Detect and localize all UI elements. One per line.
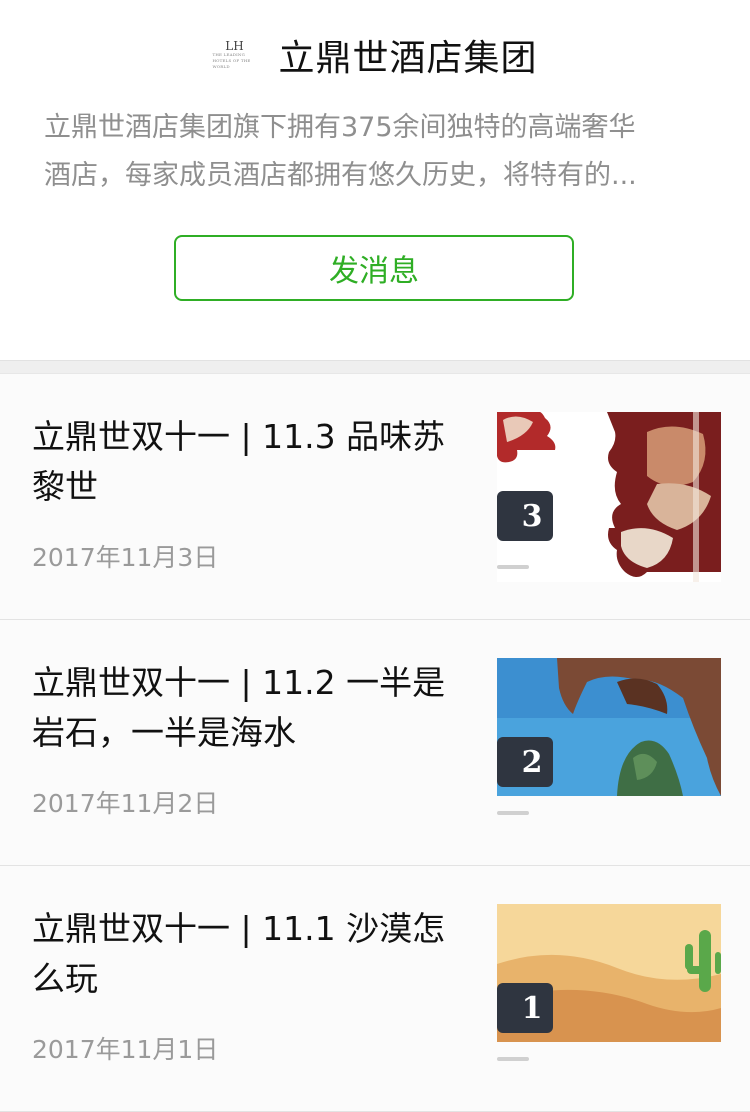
article-date: 2017年11月2日 [32, 789, 219, 818]
article-item[interactable]: 立鼎世双十一 | 11.1 沙漠怎么玩 2017年11月1日 1 [0, 866, 750, 1112]
article-list: 立鼎世双十一 | 11.3 品味苏黎世 2017年11月3日 3 立鼎世双十一 … [0, 374, 750, 1112]
desert-cactus-image: 1 [497, 904, 721, 1074]
send-message-button[interactable]: 发消息 [174, 235, 574, 301]
description-line-1: 立鼎世酒店集团旗下拥有375余间独特的高端奢华 [44, 112, 636, 143]
article-title: 立鼎世双十一 | 11.2 一半是岩石，一半是海水 [32, 663, 446, 752]
puzzle-food-image: 3 [497, 412, 721, 582]
logo-small-text: THE LEADING HOTELS OF THE WORLD [212, 52, 251, 69]
article-date: 2017年11月3日 [32, 543, 219, 572]
article-badge: 1 [522, 991, 543, 1026]
article-title: 立鼎世双十一 | 11.1 沙漠怎么玩 [32, 909, 446, 998]
logo-mark: LH [225, 39, 244, 53]
brand-row: LH THE LEADING HOTELS OF THE WORLD 立鼎世酒店… [0, 30, 750, 80]
article-badge: 3 [522, 499, 543, 534]
account-description: 立鼎世酒店集团旗下拥有375余间独特的高端奢华 酒店，每家成员酒店都拥有悠久历史… [44, 104, 706, 200]
brand-logo[interactable]: LH THE LEADING HOTELS OF THE WORLD [212, 40, 256, 70]
account-header: LH THE LEADING HOTELS OF THE WORLD 立鼎世酒店… [0, 0, 750, 360]
description-line-2: 酒店，每家成员酒店都拥有悠久历史，将特有的... [44, 160, 637, 191]
section-divider [0, 360, 750, 374]
article-item[interactable]: 立鼎世双十一 | 11.2 一半是岩石，一半是海水 2017年11月2日 2 [0, 620, 750, 866]
article-item[interactable]: 立鼎世双十一 | 11.3 品味苏黎世 2017年11月3日 3 [0, 374, 750, 620]
article-badge: 2 [522, 745, 543, 780]
sea-rock-image: 2 [497, 658, 721, 828]
article-title: 立鼎世双十一 | 11.3 品味苏黎世 [32, 417, 446, 506]
article-date: 2017年11月1日 [32, 1035, 219, 1064]
account-name: 立鼎世酒店集团 [278, 38, 538, 79]
